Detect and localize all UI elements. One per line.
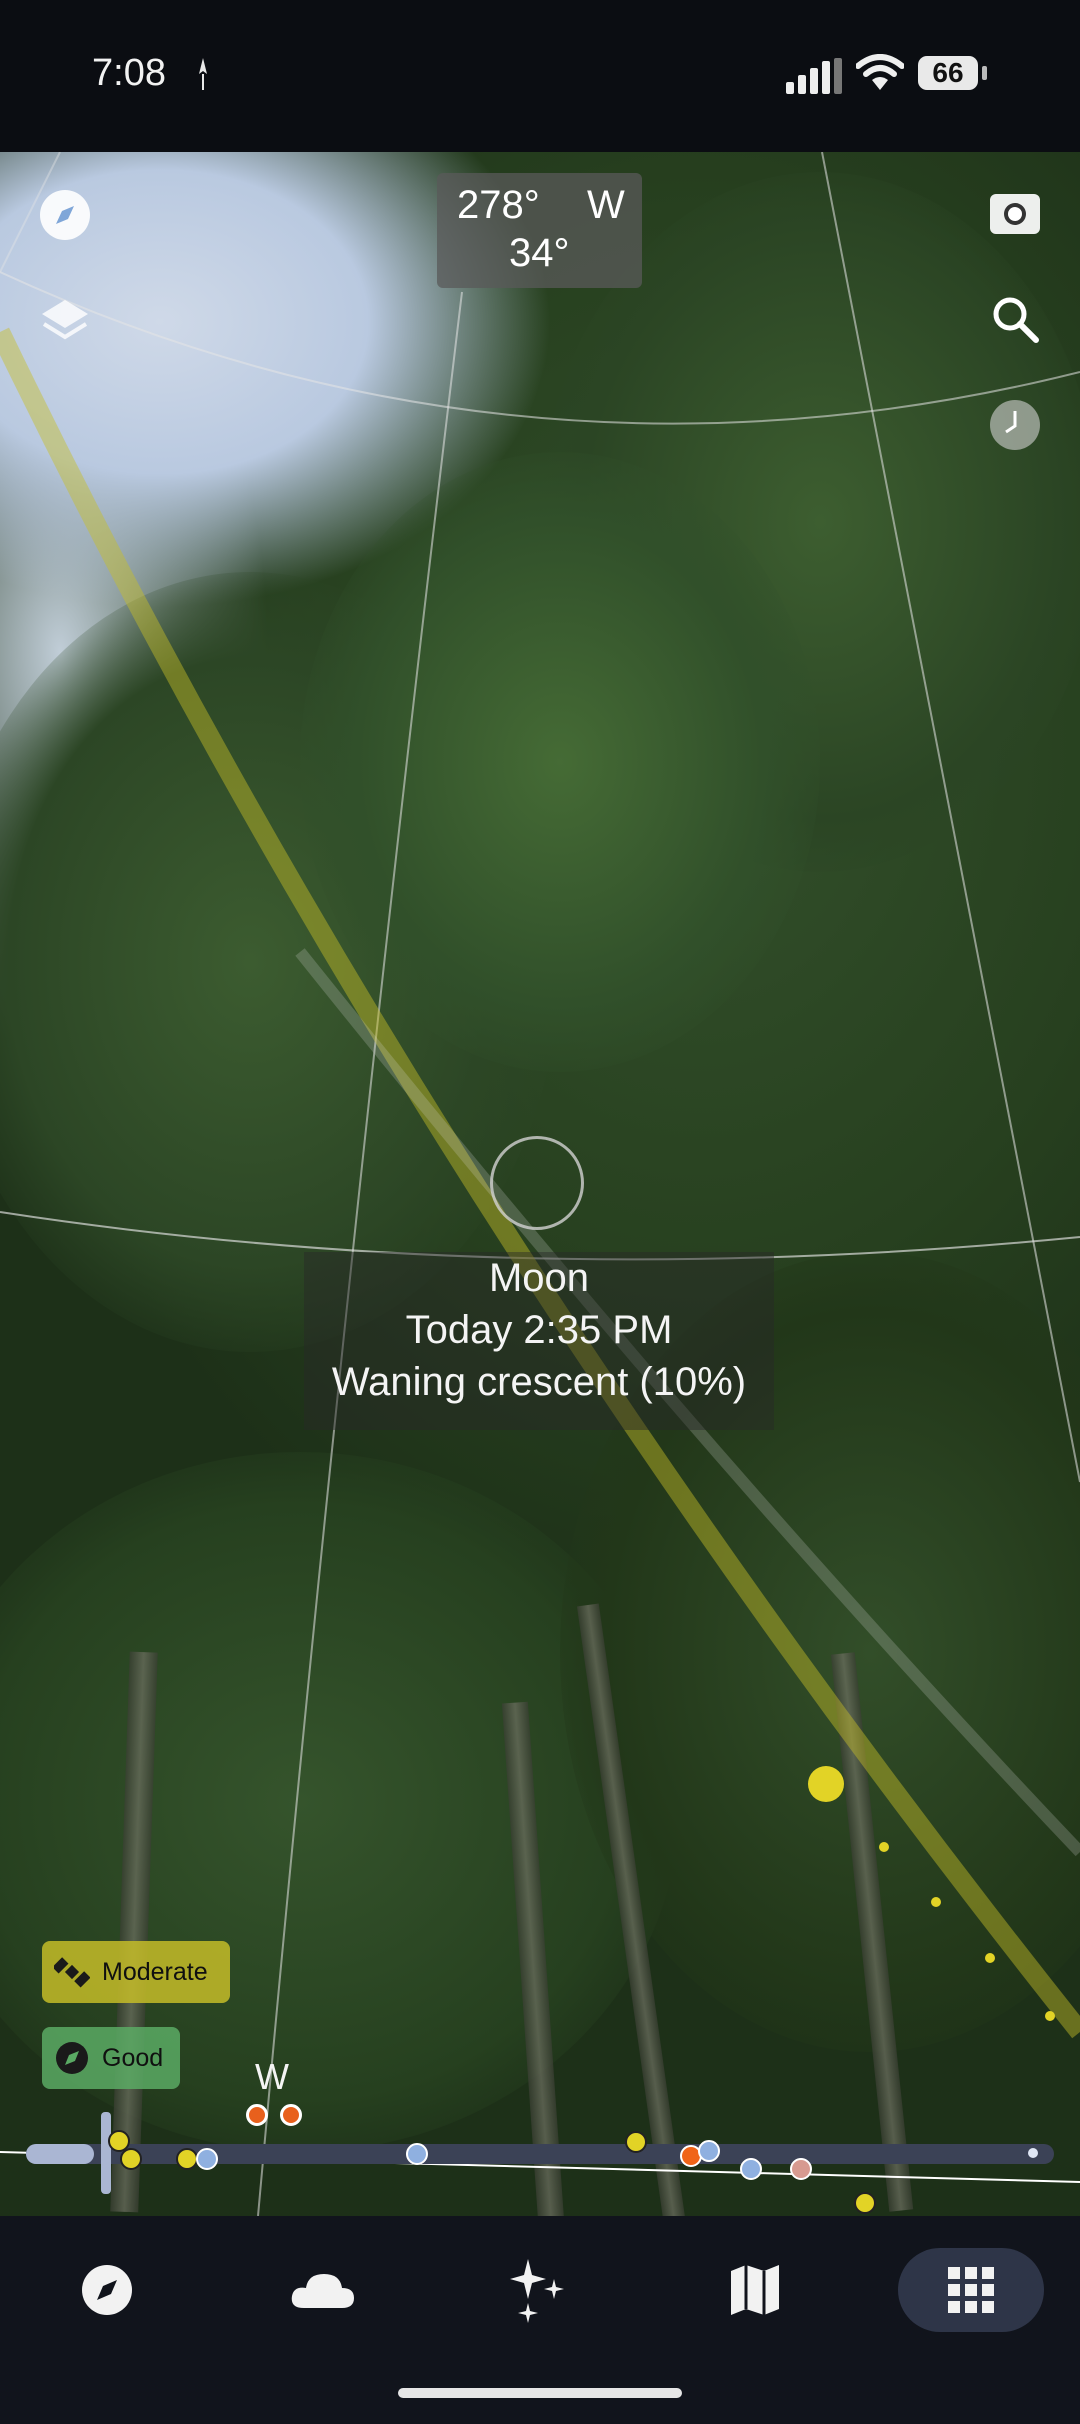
status-bar: 7:08 66 (0, 0, 1080, 152)
bottom-navigation (0, 2216, 1080, 2424)
wifi-icon (856, 54, 904, 90)
nav-weather[interactable] (286, 2248, 360, 2332)
sunset-icon (246, 2104, 268, 2126)
camera-icon[interactable] (988, 186, 1042, 240)
sun-icon (120, 2148, 142, 2170)
good-badge[interactable]: Good (42, 2027, 180, 2089)
person-icon (790, 2158, 812, 2180)
battery-tip (982, 66, 987, 80)
sunset-icon (280, 2104, 302, 2126)
nav-night-sky[interactable] (502, 2248, 576, 2332)
compass-icon[interactable] (38, 188, 92, 242)
moon-name: Moon (488, 1256, 590, 1300)
grid-icon (948, 2267, 994, 2313)
cloud-icon (291, 2274, 354, 2308)
good-badge-label: Good (102, 2043, 164, 2072)
sun-icon (625, 2131, 647, 2153)
compass-icon (56, 2042, 88, 2074)
moon-time: Today 2:35 PM (405, 1308, 673, 1352)
navigation-arrow-icon (199, 58, 207, 90)
moon-phase: Waning crescent (10%) (331, 1360, 747, 1404)
moon-icon (740, 2158, 762, 2180)
timeline-progress (26, 2144, 94, 2164)
moon-icon (196, 2148, 218, 2170)
nav-compass[interactable] (70, 2248, 144, 2332)
haze-icon (406, 2143, 428, 2165)
sun-icon (176, 2148, 198, 2170)
signal-icon (786, 58, 842, 94)
map-icon (731, 2265, 779, 2315)
clock-icon[interactable] (988, 398, 1042, 452)
nav-map[interactable] (718, 2248, 792, 2332)
compass-direction-label: W (255, 2056, 289, 2097)
moderate-badge-label: Moderate (102, 1957, 208, 1986)
heading-azimuth: 278° (457, 183, 540, 227)
moon-reticle[interactable] (490, 1136, 584, 1230)
sparkles-icon (510, 2259, 564, 2323)
heading-readout: 278° W 34° (437, 173, 642, 288)
satellite-icon (54, 1957, 90, 1988)
battery-icon: 66 (918, 56, 978, 90)
moon-info-panel[interactable]: Moon Today 2:35 PM Waning crescent (10%) (304, 1252, 774, 1430)
heading-direction: W (587, 183, 625, 227)
search-icon[interactable] (988, 292, 1042, 346)
status-time: 7:08 (92, 52, 166, 94)
sun-icon (854, 2192, 876, 2214)
timeline-end-dot (1028, 2148, 1038, 2158)
nav-apps[interactable] (898, 2248, 1044, 2332)
moderate-badge[interactable]: Moderate (42, 1941, 230, 2003)
layers-icon[interactable] (38, 294, 92, 348)
compass-icon (82, 2265, 132, 2315)
heading-altitude: 34° (509, 231, 570, 275)
home-indicator[interactable] (398, 2388, 682, 2398)
camera-icon (698, 2140, 720, 2162)
timeline-handle[interactable] (101, 2112, 111, 2194)
